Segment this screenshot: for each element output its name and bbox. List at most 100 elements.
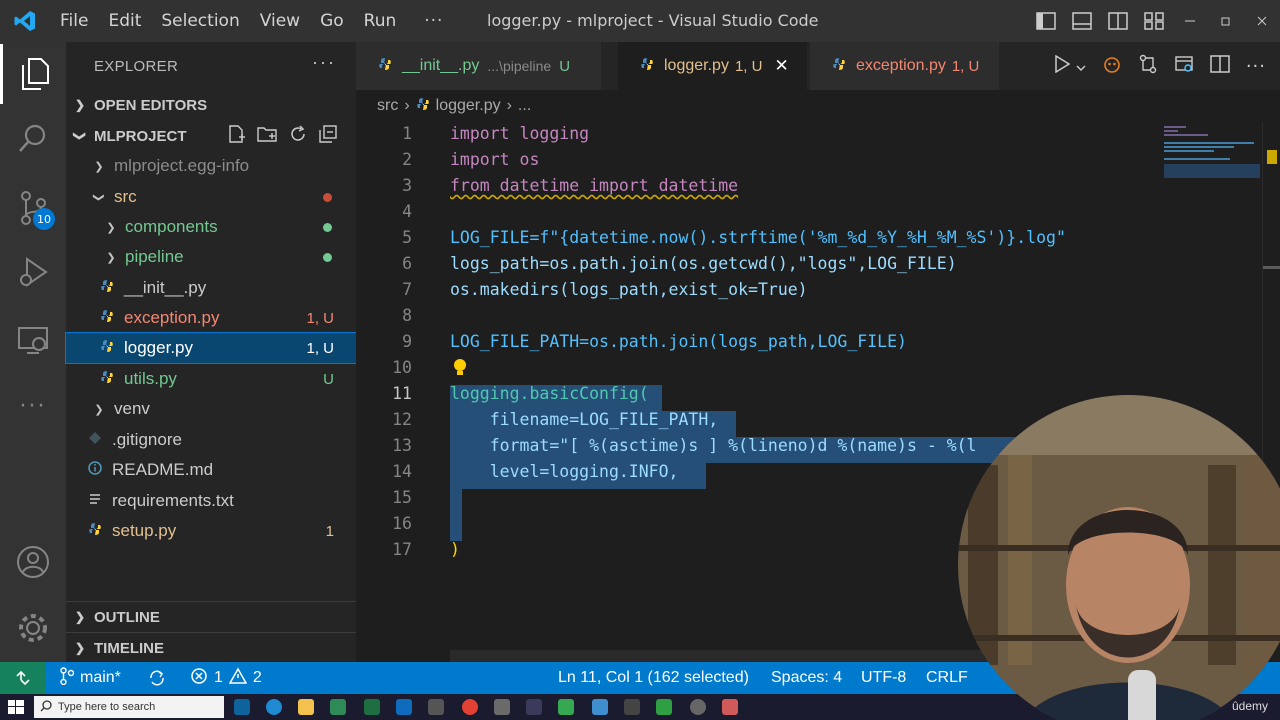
run-dropdown-icon[interactable] [1076,57,1086,76]
menu-run[interactable]: Run [354,11,407,31]
taskbar-store-icon[interactable] [330,699,346,715]
refresh-icon[interactable] [288,124,308,148]
taskbar-media-icon[interactable] [656,699,672,715]
python-file-icon [832,57,846,76]
toggle-panel-icon[interactable] [1064,0,1100,42]
menu-edit[interactable]: Edit [98,11,151,31]
source-control-icon[interactable] [0,178,66,238]
breadcrumb-file[interactable]: logger.py [436,97,501,115]
tree-item-exception-py[interactable]: exception.py 1, U [66,303,356,333]
taskbar-excel-icon[interactable] [364,699,380,715]
settings-gear-icon[interactable] [0,598,66,658]
menu-selection[interactable]: Selection [151,11,249,31]
open-editors-section[interactable]: ❯ OPEN EDITORS [66,90,356,120]
line-number: 15 [392,488,412,507]
taskbar-app-icon[interactable] [722,699,738,715]
taskbar-vscode-icon[interactable] [234,699,250,715]
taskbar-github-icon[interactable] [690,699,706,715]
taskbar-edge-icon[interactable] [266,699,282,715]
toggle-sidebar-icon[interactable] [1028,0,1064,42]
tab-exception-py[interactable]: exception.py 1, U [810,42,1000,90]
run-debug-icon[interactable] [0,242,66,302]
windows-start-icon[interactable] [6,697,26,717]
tree-item-venv[interactable]: ❯ venv [66,394,356,424]
menu-file[interactable]: File [50,11,98,31]
more-actions-icon[interactable]: ··· [1246,56,1266,77]
minimap[interactable] [1164,122,1264,182]
timeline-section[interactable]: ❯ TIMELINE [66,633,356,663]
taskbar-terminal-icon[interactable] [526,699,542,715]
collapse-all-icon[interactable] [318,124,338,148]
new-folder-icon[interactable] [256,124,278,148]
menu-go[interactable]: Go [310,11,354,31]
activity-bar: 10 ··· [0,42,66,662]
text-file-icon [86,491,104,511]
taskbar-mail-icon[interactable] [396,699,412,715]
search-placeholder: Type here to search [58,701,156,713]
tree-item-label: __init__.py [124,278,207,297]
tree-item-pipeline[interactable]: ❯ pipeline [66,242,356,272]
taskbar-search-box[interactable]: Type here to search [34,696,224,718]
git-branch[interactable]: main* [60,662,121,694]
line-number: 4 [402,202,412,221]
end-of-line[interactable]: CRLF [926,662,968,694]
restore-icon[interactable] [1208,0,1244,42]
python-file-icon [98,308,116,328]
outline-section[interactable]: ❯ OUTLINE [66,602,356,632]
explorer-icon[interactable] [0,44,66,104]
menu-more-button[interactable]: ··· [406,11,461,31]
remote-explorer-icon[interactable] [0,310,66,370]
taskbar-calculator-icon[interactable] [428,699,444,715]
minimize-icon[interactable] [1172,0,1208,42]
open-preview-icon[interactable] [1174,54,1194,78]
taskbar-chrome-icon[interactable] [462,699,478,715]
taskbar-app-icon[interactable] [592,699,608,715]
compare-changes-icon[interactable] [1138,54,1158,78]
search-icon[interactable] [0,108,66,168]
selection-highlight [450,489,462,515]
tree-item-logger-py[interactable]: logger.py 1, U [65,332,357,364]
taskbar-explorer-icon[interactable] [298,699,314,715]
menu-view[interactable]: View [250,11,310,31]
outline-label: OUTLINE [94,608,160,626]
copilot-icon[interactable] [1102,55,1122,77]
tree-item-src[interactable]: ❯ src [66,182,356,212]
tree-item-init-py[interactable]: __init__.py [66,273,356,303]
tree-item-requirements[interactable]: requirements.txt [66,486,356,516]
taskbar-notepad-icon[interactable] [558,699,574,715]
tab-init-py[interactable]: __init__.py ...\pipeline U [356,42,602,90]
problems-indicator[interactable]: 1 2 [190,662,262,694]
tree-item-setup-py[interactable]: setup.py 1 [66,516,356,546]
project-section[interactable]: ❯ MLPROJECT [66,121,356,151]
modified-dot [323,192,332,202]
remote-indicator-icon[interactable] [0,662,46,694]
close-window-icon[interactable] [1244,0,1280,42]
new-file-icon[interactable] [226,124,246,148]
customize-layout-icon[interactable] [1136,0,1172,42]
code-line: logs_path=os.path.join(os.getcwd(),"logs… [450,254,957,273]
tree-item-readme[interactable]: README.md [66,455,356,485]
tree-item-components[interactable]: ❯ components [66,212,356,242]
lightbulb-icon[interactable] [452,358,468,382]
taskbar-app-icon[interactable] [494,699,510,715]
run-python-icon[interactable] [1054,54,1071,77]
indentation[interactable]: Spaces: 4 [771,662,842,694]
sync-icon[interactable] [148,662,166,694]
tree-item-gitignore[interactable]: .gitignore [66,425,356,455]
tab-logger-py[interactable]: logger.py 1, U ✕ [618,42,808,90]
more-views-icon[interactable]: ··· [0,376,66,436]
tab-close-icon[interactable]: ✕ [774,56,788,76]
toggle-secondary-sidebar-icon[interactable] [1100,0,1136,42]
accounts-icon[interactable] [0,532,66,592]
explorer-more-button[interactable]: ··· [312,52,336,73]
breadcrumb-symbols[interactable]: ... [518,97,531,115]
file-status-badge: 1, U [306,309,334,327]
tree-item-egg-info[interactable]: ❯ mlproject.egg-info [66,151,356,181]
breadcrumb-folder[interactable]: src [377,97,398,115]
split-editor-icon[interactable] [1210,55,1230,77]
tree-item-utils-py[interactable]: utils.py U [66,364,356,394]
horizontal-scrollbar[interactable] [450,650,1010,662]
encoding[interactable]: UTF-8 [861,662,906,694]
cursor-position[interactable]: Ln 11, Col 1 (162 selected) [558,662,749,694]
taskbar-settings-icon[interactable] [624,699,640,715]
